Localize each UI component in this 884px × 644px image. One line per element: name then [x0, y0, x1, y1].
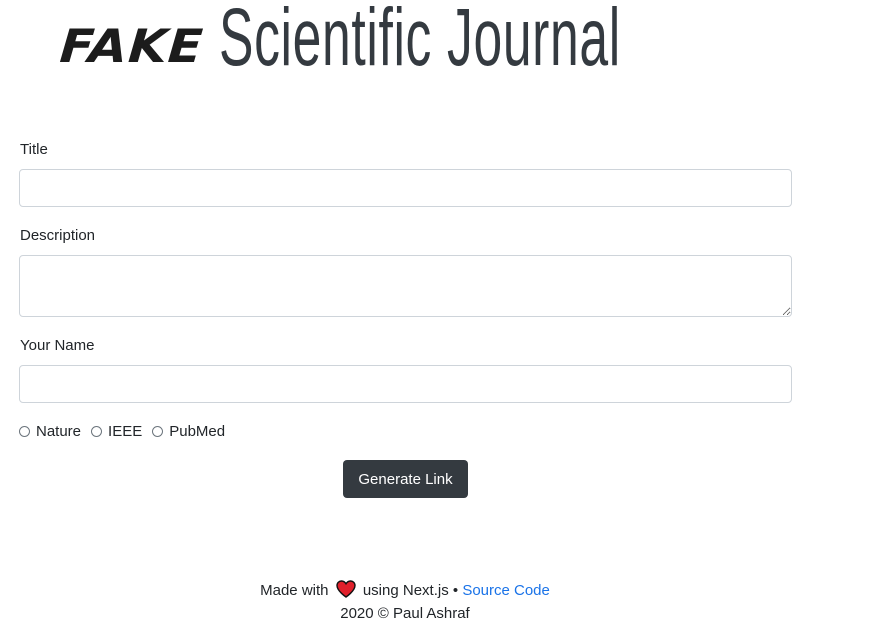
made-with-text: Made with — [260, 582, 329, 599]
name-input[interactable] — [19, 365, 792, 403]
radio-option-pubmed[interactable]: PubMed — [152, 423, 225, 440]
copyright-text: 2020 © Paul Ashraf — [340, 605, 470, 622]
radio-button-ieee[interactable] — [91, 426, 103, 437]
journal-radio-group: Nature IEEE PubMed — [19, 423, 235, 440]
radio-label-ieee[interactable]: IEEE — [108, 423, 142, 440]
title-input[interactable] — [19, 169, 792, 207]
brand-prefix: FAKE — [58, 19, 206, 74]
radio-button-pubmed[interactable] — [152, 426, 164, 437]
radio-option-nature[interactable]: Nature — [19, 423, 81, 440]
title-label: Title — [20, 141, 48, 158]
brand-title: Scientific Journal — [219, 0, 622, 83]
name-label: Your Name — [20, 337, 95, 354]
site-header: FAKE Scientific Journal — [58, 0, 857, 90]
source-code-link[interactable]: Source Code — [462, 582, 550, 599]
description-label: Description — [20, 227, 96, 244]
footer-credits: Made with using Next.js • Source Code — [0, 580, 810, 602]
using-nextjs-text: using Next.js • — [362, 582, 459, 599]
description-textarea[interactable] — [19, 255, 792, 317]
heart-icon — [335, 580, 356, 602]
generate-link-button[interactable]: Generate Link — [343, 460, 468, 498]
radio-label-pubmed[interactable]: PubMed — [169, 423, 225, 440]
radio-button-nature[interactable] — [19, 426, 30, 437]
radio-option-ieee[interactable]: IEEE — [91, 423, 142, 440]
radio-label-nature[interactable]: Nature — [36, 423, 81, 440]
